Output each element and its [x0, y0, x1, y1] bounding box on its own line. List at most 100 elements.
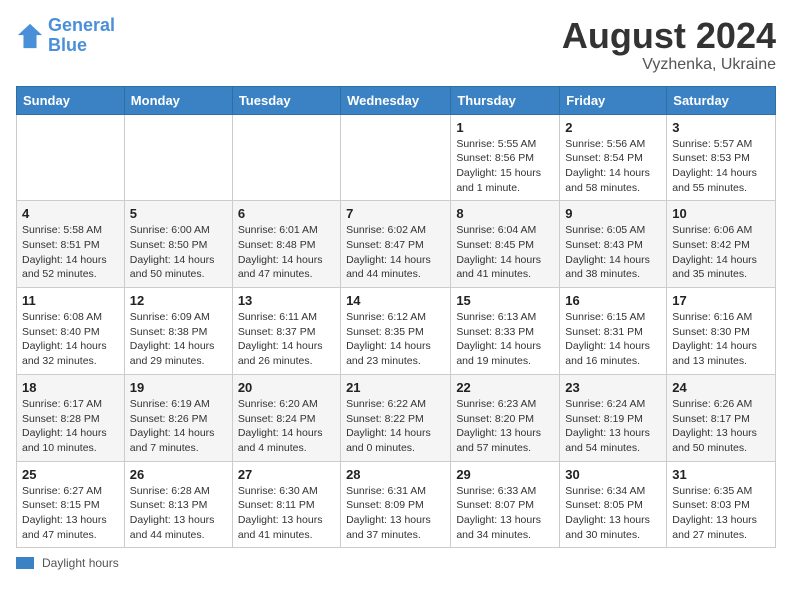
- calendar-cell: 14 Sunrise: 6:12 AM Sunset: 8:35 PM Dayli…: [341, 288, 451, 375]
- calendar-cell: 9 Sunrise: 6:05 AM Sunset: 8:43 PM Daylig…: [560, 201, 667, 288]
- calendar-cell: 11 Sunrise: 6:08 AM Sunset: 8:40 PM Dayli…: [17, 288, 125, 375]
- day-number: 4: [22, 206, 119, 221]
- calendar-cell: 30Sunrise: 6:34 AM Sunset: 8:05 PM Dayli…: [560, 461, 667, 548]
- day-number: 31: [672, 467, 770, 482]
- calendar-cell: 12 Sunrise: 6:09 AM Sunset: 8:38 PM Dayli…: [124, 288, 232, 375]
- calendar-cell: 20 Sunrise: 6:20 AM Sunset: 8:24 PM Dayli…: [232, 374, 340, 461]
- day-number: 2: [565, 120, 661, 135]
- page-header: General Blue August 2024 Vyzhenka, Ukrai…: [16, 16, 776, 74]
- day-info: Sunrise: 6:16 AM Sunset: 8:30 PM Dayligh…: [672, 310, 770, 369]
- day-header-wednesday: Wednesday: [341, 86, 451, 114]
- day-info: Sunrise: 6:22 AM Sunset: 8:22 PM Dayligh…: [346, 397, 445, 456]
- day-info: Sunrise: 6:33 AM Sunset: 8:07 PM Dayligh…: [456, 484, 554, 543]
- day-number: 11: [22, 293, 119, 308]
- day-number: 24: [672, 380, 770, 395]
- day-info: Sunrise: 6:04 AM Sunset: 8:45 PM Dayligh…: [456, 223, 554, 282]
- calendar-week-3: 18 Sunrise: 6:17 AM Sunset: 8:28 PM Dayli…: [17, 374, 776, 461]
- subtitle: Vyzhenka, Ukraine: [562, 56, 776, 74]
- calendar-cell: 17Sunrise: 6:16 AM Sunset: 8:30 PM Dayli…: [667, 288, 776, 375]
- logo-icon: [16, 22, 44, 50]
- day-info: Sunrise: 6:09 AM Sunset: 8:38 PM Dayligh…: [130, 310, 227, 369]
- day-number: 14: [346, 293, 445, 308]
- day-info: Sunrise: 6:15 AM Sunset: 8:31 PM Dayligh…: [565, 310, 661, 369]
- calendar-cell: [17, 114, 125, 201]
- calendar-week-2: 11 Sunrise: 6:08 AM Sunset: 8:40 PM Dayli…: [17, 288, 776, 375]
- calendar-cell: 27 Sunrise: 6:30 AM Sunset: 8:11 PM Dayli…: [232, 461, 340, 548]
- day-number: 26: [130, 467, 227, 482]
- day-info: Sunrise: 6:23 AM Sunset: 8:20 PM Dayligh…: [456, 397, 554, 456]
- day-info: Sunrise: 6:24 AM Sunset: 8:19 PM Dayligh…: [565, 397, 661, 456]
- calendar-cell: 26 Sunrise: 6:28 AM Sunset: 8:13 PM Dayli…: [124, 461, 232, 548]
- day-number: 20: [238, 380, 335, 395]
- day-info: Sunrise: 6:26 AM Sunset: 8:17 PM Dayligh…: [672, 397, 770, 456]
- calendar-cell: 24 Sunrise: 6:26 AM Sunset: 8:17 PM Dayli…: [667, 374, 776, 461]
- day-info: Sunrise: 6:28 AM Sunset: 8:13 PM Dayligh…: [130, 484, 227, 543]
- day-info: Sunrise: 6:05 AM Sunset: 8:43 PM Dayligh…: [565, 223, 661, 282]
- calendar-cell: [124, 114, 232, 201]
- day-info: Sunrise: 6:19 AM Sunset: 8:26 PM Dayligh…: [130, 397, 227, 456]
- calendar-cell: 15Sunrise: 6:13 AM Sunset: 8:33 PM Dayli…: [451, 288, 560, 375]
- calendar-cell: 10Sunrise: 6:06 AM Sunset: 8:42 PM Dayli…: [667, 201, 776, 288]
- day-info: Sunrise: 6:00 AM Sunset: 8:50 PM Dayligh…: [130, 223, 227, 282]
- day-number: 27: [238, 467, 335, 482]
- day-header-tuesday: Tuesday: [232, 86, 340, 114]
- calendar-week-0: 1 Sunrise: 5:55 AM Sunset: 8:56 PM Daylig…: [17, 114, 776, 201]
- calendar-cell: 22 Sunrise: 6:23 AM Sunset: 8:20 PM Dayli…: [451, 374, 560, 461]
- calendar-cell: 6 Sunrise: 6:01 AM Sunset: 8:48 PM Daylig…: [232, 201, 340, 288]
- day-number: 21: [346, 380, 445, 395]
- day-info: Sunrise: 6:11 AM Sunset: 8:37 PM Dayligh…: [238, 310, 335, 369]
- day-header-sunday: Sunday: [17, 86, 125, 114]
- calendar-cell: 16 Sunrise: 6:15 AM Sunset: 8:31 PM Dayli…: [560, 288, 667, 375]
- logo-text: General Blue: [48, 16, 115, 56]
- day-number: 22: [456, 380, 554, 395]
- day-number: 12: [130, 293, 227, 308]
- day-info: Sunrise: 5:55 AM Sunset: 8:56 PM Dayligh…: [456, 137, 554, 196]
- day-header-friday: Friday: [560, 86, 667, 114]
- calendar-cell: 13Sunrise: 6:11 AM Sunset: 8:37 PM Dayli…: [232, 288, 340, 375]
- day-info: Sunrise: 6:30 AM Sunset: 8:11 PM Dayligh…: [238, 484, 335, 543]
- day-info: Sunrise: 6:20 AM Sunset: 8:24 PM Dayligh…: [238, 397, 335, 456]
- day-number: 1: [456, 120, 554, 135]
- day-number: 9: [565, 206, 661, 221]
- day-number: 6: [238, 206, 335, 221]
- day-info: Sunrise: 6:08 AM Sunset: 8:40 PM Dayligh…: [22, 310, 119, 369]
- day-info: Sunrise: 6:01 AM Sunset: 8:48 PM Dayligh…: [238, 223, 335, 282]
- legend: Daylight hours: [16, 556, 776, 570]
- calendar-cell: 1 Sunrise: 5:55 AM Sunset: 8:56 PM Daylig…: [451, 114, 560, 201]
- calendar-week-4: 25 Sunrise: 6:27 AM Sunset: 8:15 PM Dayli…: [17, 461, 776, 548]
- calendar-cell: 31 Sunrise: 6:35 AM Sunset: 8:03 PM Dayli…: [667, 461, 776, 548]
- calendar-cell: 21 Sunrise: 6:22 AM Sunset: 8:22 PM Dayli…: [341, 374, 451, 461]
- calendar-cell: 5Sunrise: 6:00 AM Sunset: 8:50 PM Daylig…: [124, 201, 232, 288]
- calendar-cell: 23Sunrise: 6:24 AM Sunset: 8:19 PM Dayli…: [560, 374, 667, 461]
- logo: General Blue: [16, 16, 115, 56]
- calendar-cell: 28 Sunrise: 6:31 AM Sunset: 8:09 PM Dayli…: [341, 461, 451, 548]
- day-number: 3: [672, 120, 770, 135]
- day-header-thursday: Thursday: [451, 86, 560, 114]
- day-header-monday: Monday: [124, 86, 232, 114]
- calendar-cell: 18 Sunrise: 6:17 AM Sunset: 8:28 PM Dayli…: [17, 374, 125, 461]
- title-block: August 2024 Vyzhenka, Ukraine: [562, 16, 776, 74]
- calendar-cell: [341, 114, 451, 201]
- day-info: Sunrise: 6:12 AM Sunset: 8:35 PM Dayligh…: [346, 310, 445, 369]
- calendar-table: SundayMondayTuesdayWednesdayThursdayFrid…: [16, 86, 776, 549]
- calendar-week-1: 4Sunrise: 5:58 AM Sunset: 8:51 PM Daylig…: [17, 201, 776, 288]
- day-number: 28: [346, 467, 445, 482]
- calendar-body: 1 Sunrise: 5:55 AM Sunset: 8:56 PM Daylig…: [17, 114, 776, 548]
- day-number: 18: [22, 380, 119, 395]
- calendar-cell: 29Sunrise: 6:33 AM Sunset: 8:07 PM Dayli…: [451, 461, 560, 548]
- day-info: Sunrise: 6:34 AM Sunset: 8:05 PM Dayligh…: [565, 484, 661, 543]
- day-info: Sunrise: 6:17 AM Sunset: 8:28 PM Dayligh…: [22, 397, 119, 456]
- day-info: Sunrise: 5:56 AM Sunset: 8:54 PM Dayligh…: [565, 137, 661, 196]
- calendar-cell: 7Sunrise: 6:02 AM Sunset: 8:47 PM Daylig…: [341, 201, 451, 288]
- calendar-cell: 8Sunrise: 6:04 AM Sunset: 8:45 PM Daylig…: [451, 201, 560, 288]
- day-info: Sunrise: 6:35 AM Sunset: 8:03 PM Dayligh…: [672, 484, 770, 543]
- day-info: Sunrise: 6:27 AM Sunset: 8:15 PM Dayligh…: [22, 484, 119, 543]
- day-info: Sunrise: 6:02 AM Sunset: 8:47 PM Dayligh…: [346, 223, 445, 282]
- day-header-saturday: Saturday: [667, 86, 776, 114]
- day-number: 16: [565, 293, 661, 308]
- calendar-cell: 2 Sunrise: 5:56 AM Sunset: 8:54 PM Daylig…: [560, 114, 667, 201]
- day-number: 25: [22, 467, 119, 482]
- day-info: Sunrise: 6:06 AM Sunset: 8:42 PM Dayligh…: [672, 223, 770, 282]
- day-info: Sunrise: 6:31 AM Sunset: 8:09 PM Dayligh…: [346, 484, 445, 543]
- main-title: August 2024: [562, 16, 776, 56]
